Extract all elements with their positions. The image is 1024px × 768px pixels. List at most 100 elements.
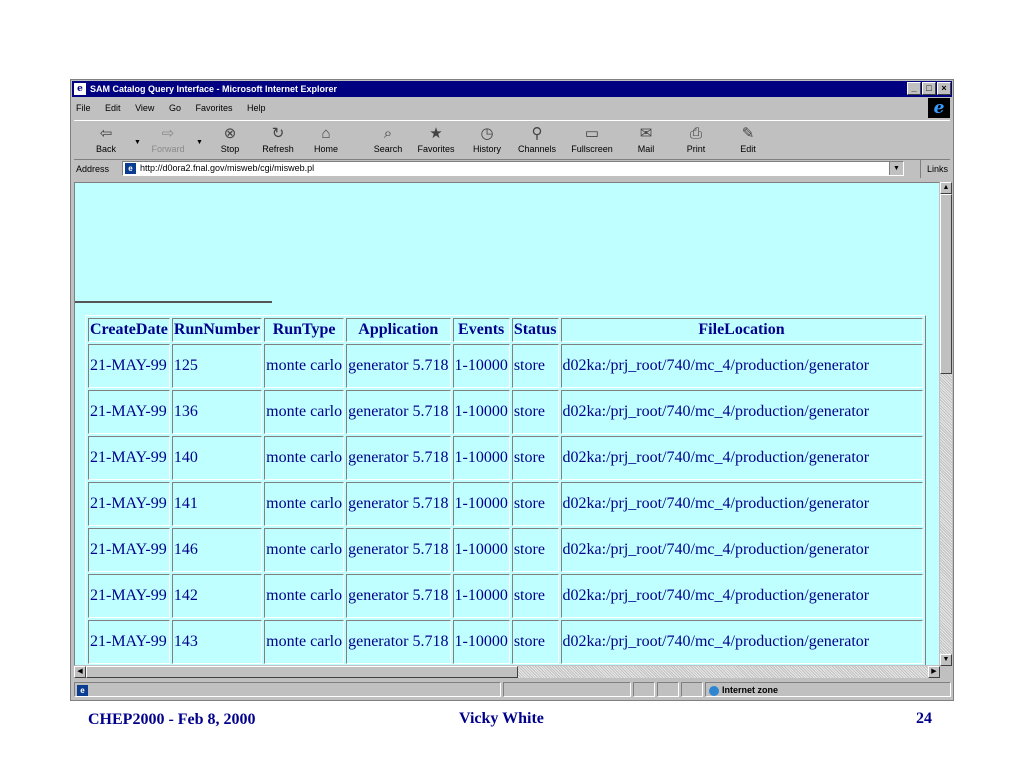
footer-page-number: 24 (916, 710, 932, 727)
cell-application: generator 5.718 (346, 436, 451, 480)
cell-events: 1-10000 (452, 436, 510, 480)
refresh-button[interactable]: ↻ Refresh (254, 123, 302, 157)
table-row: 21-MAY-99 142 monte carlo generator 5.718 1-… (88, 574, 923, 618)
horizontal-scroll-thumb[interactable] (86, 666, 518, 678)
cell-createdate: 21-MAY-99 (88, 574, 170, 618)
links-button[interactable]: Links (919, 160, 948, 178)
results-table: CreateDate RunNumber RunType Application… (85, 315, 926, 665)
stop-button[interactable]: ⊗ Stop (206, 123, 254, 157)
address-dropdown-icon[interactable]: ▼ (889, 162, 903, 175)
cell-runnumber: 141 (171, 482, 263, 526)
cell-createdate: 21-MAY-99 (88, 436, 170, 480)
print-button[interactable]: ⎙ Print (672, 123, 720, 157)
menu-edit[interactable]: Edit (105, 103, 121, 113)
cell-status: store (511, 482, 559, 526)
stop-icon: ⊗ (223, 125, 237, 142)
cell-status: store (511, 436, 559, 480)
edit-icon: ✎ (741, 125, 755, 142)
favorites-button[interactable]: ★ Favorites (412, 123, 460, 157)
cell-status: store (511, 574, 559, 618)
footer-author: Vicky White (459, 710, 544, 727)
cell-status: store (511, 528, 559, 572)
back-button[interactable]: ⇦ Back (82, 123, 130, 157)
edit-button[interactable]: ✎ Edit (724, 123, 772, 157)
address-url[interactable]: http://d0ora2.fnal.gov/misweb/cgi/misweb… (140, 162, 314, 175)
history-button[interactable]: ◷ History (463, 123, 511, 157)
cell-application: generator 5.718 (346, 574, 451, 618)
status-progress-cell (503, 682, 631, 697)
scroll-up-icon[interactable]: ▲ (940, 182, 952, 194)
cell-createdate: 21-MAY-99 (88, 482, 170, 526)
cell-events: 1-10000 (452, 620, 510, 664)
column-header: FileLocation (560, 318, 923, 342)
cell-runnumber: 140 (171, 436, 263, 480)
channels-button[interactable]: ⚲ Channels (513, 123, 561, 157)
fullscreen-button[interactable]: ▭ Fullscreen (568, 123, 616, 157)
favorites-icon: ★ (429, 125, 443, 142)
channels-icon: ⚲ (531, 125, 543, 142)
cell-status: store (511, 344, 559, 388)
close-button[interactable]: × (937, 82, 951, 95)
table-row: 21-MAY-99 140 monte carlo generator 5.718 1-… (88, 436, 923, 480)
cell-status: store (511, 620, 559, 664)
back-dropdown-icon[interactable]: ▼ (134, 139, 141, 146)
menu-go[interactable]: Go (169, 103, 181, 113)
window-title: SAM Catalog Query Interface - Microsoft … (90, 84, 338, 94)
cell-events: 1-10000 (452, 390, 510, 434)
cell-status: store (511, 390, 559, 434)
column-header: RunType (264, 318, 345, 342)
forward-dropdown-icon[interactable]: ▼ (196, 139, 203, 146)
cell-runnumber: 146 (171, 528, 263, 572)
search-button[interactable]: ⌕ Search (364, 123, 412, 157)
vertical-scroll-thumb[interactable] (940, 194, 952, 374)
status-cell (657, 682, 679, 697)
cell-runnumber: 143 (171, 620, 263, 664)
cell-runtype: monte carlo (264, 436, 345, 480)
cell-filelocation: d02ka:/prj_root/740/mc_4/production/gene… (560, 620, 923, 664)
mail-button[interactable]: ✉ Mail (622, 123, 670, 157)
globe-icon (709, 685, 719, 696)
menu-view[interactable]: View (135, 103, 154, 113)
address-input[interactable]: e http://d0ora2.fnal.gov/misweb/cgi/misw… (122, 161, 904, 176)
status-bar: e Internet zone (74, 681, 951, 698)
fullscreen-icon: ▭ (584, 125, 600, 142)
maximize-button[interactable]: □ (922, 82, 936, 95)
table-header-row: CreateDate RunNumber RunType Application… (88, 318, 923, 342)
horizontal-scrollbar[interactable]: ◀ ▶ (74, 666, 940, 678)
table-row: 21-MAY-99 125 monte carlo generator 5.718 1-… (88, 344, 923, 388)
menu-favorites[interactable]: Favorites (195, 103, 232, 113)
page-status-icon: e (77, 685, 88, 696)
print-icon: ⎙ (689, 125, 702, 142)
minimize-button[interactable]: _ (907, 82, 921, 95)
address-label: Address (76, 164, 110, 174)
forward-button[interactable]: ⇨ Forward (144, 123, 192, 157)
cell-runnumber: 142 (171, 574, 263, 618)
scroll-left-icon[interactable]: ◀ (74, 666, 86, 678)
horizontal-rule (75, 301, 272, 303)
scroll-down-icon[interactable]: ▼ (940, 654, 952, 666)
cell-events: 1-10000 (452, 482, 510, 526)
home-icon: ⌂ (321, 125, 331, 142)
back-arrow-icon: ⇦ (99, 125, 113, 142)
cell-filelocation: d02ka:/prj_root/740/mc_4/production/gene… (560, 574, 923, 618)
page-icon: e (125, 163, 136, 174)
cell-events: 1-10000 (452, 344, 510, 388)
scroll-right-icon[interactable]: ▶ (928, 666, 940, 678)
search-icon: ⌕ (383, 125, 393, 142)
cell-runtype: monte carlo (264, 574, 345, 618)
ie-throbber-icon: e (928, 98, 950, 118)
column-header: Application (346, 318, 451, 342)
cell-filelocation: d02ka:/prj_root/740/mc_4/production/gene… (560, 436, 923, 480)
column-header: Events (452, 318, 510, 342)
cell-filelocation: d02ka:/prj_root/740/mc_4/production/gene… (560, 528, 923, 572)
vertical-scrollbar[interactable]: ▲ ▼ (940, 182, 952, 666)
menu-file[interactable]: File (76, 103, 91, 113)
menu-help[interactable]: Help (247, 103, 266, 113)
mail-icon: ✉ (639, 125, 653, 142)
cell-filelocation: d02ka:/prj_root/740/mc_4/production/gene… (560, 390, 923, 434)
table-row: 21-MAY-99 143 monte carlo generator 5.718 1-… (88, 620, 923, 664)
cell-createdate: 21-MAY-99 (88, 620, 170, 664)
zone-label: Internet zone (722, 685, 779, 695)
home-button[interactable]: ⌂ Home (302, 123, 350, 157)
title-bar[interactable]: e SAM Catalog Query Interface - Microsof… (72, 81, 952, 97)
